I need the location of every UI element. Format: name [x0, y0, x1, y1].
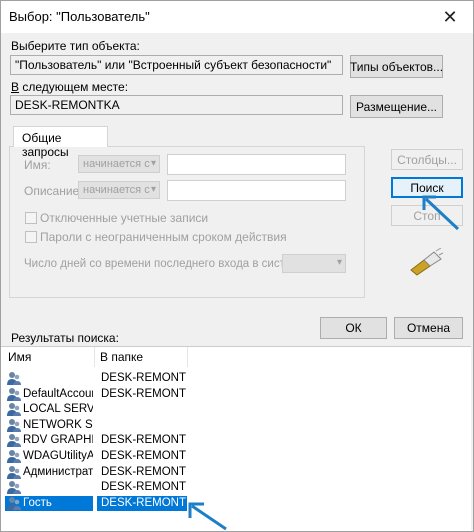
user-icon [6, 465, 22, 480]
disabled-accounts-checkbox[interactable] [25, 212, 37, 224]
result-name-cell[interactable]: WDAGUtilityA... [5, 449, 93, 464]
user-icon [6, 480, 22, 495]
object-types-button[interactable]: Типы объектов... [350, 55, 443, 78]
tab-common-queries[interactable]: Общие запросы [13, 126, 108, 159]
result-name: RDV GRAPHI... [23, 434, 93, 447]
result-folder-cell[interactable]: DESK-REMONT [97, 449, 187, 464]
result-name: Администрат [23, 465, 93, 478]
user-icon [6, 371, 22, 386]
chevron-down-icon: ▾ [150, 158, 156, 169]
result-row[interactable]: DESK-REMONT [1, 371, 471, 386]
column-header-folder[interactable]: В папке [100, 347, 143, 367]
result-folder-cell[interactable]: DESK-REMONT [97, 433, 187, 448]
result-name-cell[interactable] [5, 371, 93, 386]
result-row[interactable]: NETWORK S... [1, 418, 471, 433]
pointer-arrow-annotation [188, 502, 227, 531]
close-button[interactable]: ✕ [427, 1, 473, 33]
days-since-login-label: Число дней со времени последнего входа в… [24, 258, 309, 270]
description-query-label: Описание: [24, 184, 83, 198]
location-label-text: следующем месте: [19, 80, 129, 94]
result-folder-cell[interactable]: DESK-REMONT [97, 495, 187, 511]
result-name-cell[interactable] [5, 480, 93, 495]
chevron-down-icon: ▾ [150, 184, 156, 195]
columns-button[interactable]: Столбцы... [391, 149, 463, 170]
result-name-cell[interactable]: Администрат [5, 465, 93, 480]
result-folder-cell[interactable]: DESK-REMONT [97, 371, 187, 386]
column-divider[interactable] [187, 347, 188, 367]
location-label-accel: В [11, 80, 20, 94]
user-icon [6, 433, 22, 448]
result-row[interactable]: DefaultAccount DESK-REMONT [1, 387, 471, 402]
search-flashlight-icon [410, 248, 444, 276]
search-results-list[interactable]: Имя В папке DESK-REMONT DefaultAccount DES… [1, 346, 471, 531]
result-name: NETWORK S... [23, 418, 93, 431]
no-expire-passwords-checkbox[interactable] [25, 231, 37, 243]
location-field: DESK-REMONTKA [10, 95, 343, 115]
user-icon [6, 387, 22, 402]
no-expire-passwords-label: Пароли с неограниченным сроком действия [40, 230, 287, 244]
result-name: Гость [23, 496, 52, 509]
disabled-accounts-label: Отключенные учетные записи [40, 211, 209, 225]
object-type-label: Выберите тип объекта: [11, 39, 140, 53]
result-name: WDAGUtilityA... [23, 450, 93, 462]
close-icon: ✕ [442, 6, 458, 27]
name-query-label: Имя: [24, 158, 51, 172]
chevron-down-icon: ▾ [336, 257, 342, 268]
description-match-dropdown[interactable]: начинается с ▾ [78, 181, 160, 199]
result-name-cell[interactable]: RDV GRAPHI... [5, 433, 93, 448]
user-icon [6, 496, 22, 511]
window-title: Выбор: "Пользователь" [9, 9, 150, 24]
object-type-field: "Пользователь" или "Встроенный субъект б… [10, 55, 343, 75]
column-divider[interactable] [94, 347, 95, 367]
result-row[interactable]: RDV GRAPHI... DESK-REMONT [1, 433, 471, 448]
result-row[interactable]: DESK-REMONT [1, 480, 471, 495]
result-row[interactable]: WDAGUtilityA... DESK-REMONT [1, 449, 471, 464]
result-name-cell[interactable]: LOCAL SERV [5, 402, 93, 417]
name-query-input[interactable] [167, 154, 346, 175]
result-row[interactable]: Администрат DESK-REMONT [1, 465, 471, 480]
result-row[interactable]: LOCAL SERV [1, 402, 471, 417]
result-name: DefaultAccount [23, 387, 93, 400]
name-match-value: начинается с [83, 158, 150, 170]
user-icon [6, 418, 22, 433]
locations-button[interactable]: Размещение... [350, 95, 443, 118]
result-folder-cell[interactable] [97, 402, 187, 417]
description-query-input[interactable] [167, 180, 346, 201]
column-header-name[interactable]: Имя [8, 347, 31, 367]
cancel-button[interactable]: Отмена [394, 317, 463, 339]
pointer-arrow-annotation [422, 195, 460, 231]
location-label: В следующем месте: [11, 80, 128, 94]
result-name: LOCAL SERV [23, 403, 93, 416]
name-match-dropdown[interactable]: начинается с ▾ [78, 155, 160, 173]
title-bar: Выбор: "Пользователь" ✕ [1, 1, 473, 33]
search-results-label: Результаты поиска: [11, 331, 119, 345]
result-name-cell[interactable]: NETWORK S... [5, 418, 93, 433]
days-since-login-dropdown[interactable]: ▾ [282, 254, 346, 273]
result-name-cell[interactable]: Гость [5, 495, 93, 511]
result-folder-cell[interactable] [97, 418, 187, 433]
result-name-cell[interactable]: DefaultAccount [5, 387, 93, 402]
ok-button[interactable]: ОК [320, 317, 387, 339]
result-folder-cell[interactable]: DESK-REMONT [97, 465, 187, 480]
user-icon [6, 402, 22, 417]
description-match-value: начинается с [83, 184, 150, 196]
result-row[interactable]: Гость DESK-REMONT [1, 495, 471, 511]
result-folder-cell[interactable]: DESK-REMONT [97, 387, 187, 402]
result-folder-cell[interactable]: DESK-REMONT [97, 480, 187, 495]
user-icon [6, 449, 22, 464]
